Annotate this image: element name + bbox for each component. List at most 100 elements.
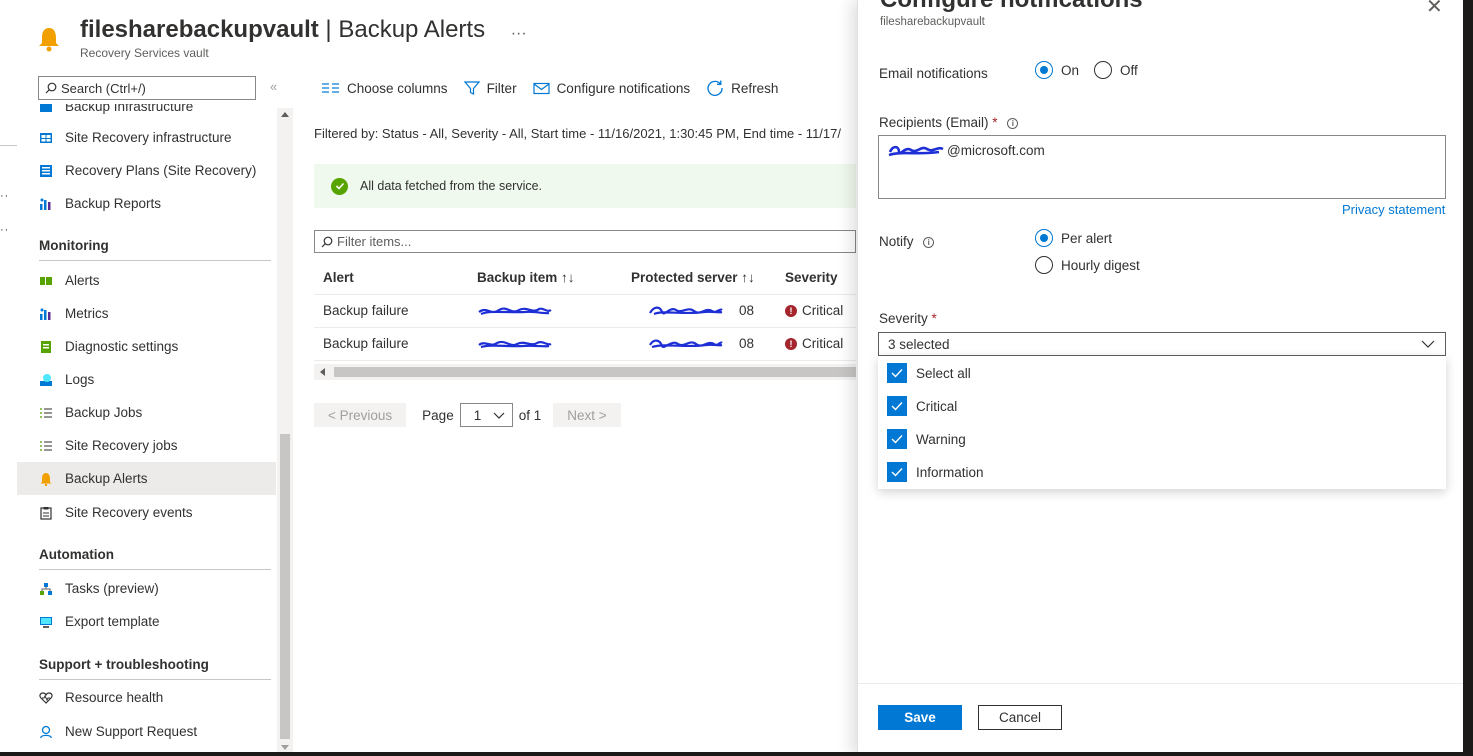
more-options-icon[interactable]: ·· [0, 224, 9, 236]
table-horizontal-scrollbar[interactable] [314, 364, 856, 380]
sidebar-item-site-recovery-infrastructure[interactable]: Site Recovery infrastructure [17, 121, 276, 154]
severity-text: Critical [802, 336, 844, 351]
radio-label: Per alert [1061, 230, 1113, 246]
vault-name: filesharebackupvault [80, 16, 319, 43]
email-on-radio[interactable]: On [1035, 61, 1079, 79]
option-label: Critical [916, 398, 958, 414]
filter-button[interactable]: Filter [463, 80, 517, 96]
sidebar-item-backup-alerts[interactable]: Backup Alerts [17, 462, 276, 495]
choose-columns-label: Choose columns [347, 80, 448, 96]
sidebar-item-site-recovery-jobs[interactable]: Site Recovery jobs [17, 429, 276, 462]
backup-item-redacted [477, 303, 553, 318]
events-clipboard-icon [39, 506, 53, 520]
bell-icon [39, 28, 59, 52]
radio-unselected-icon [1035, 256, 1053, 274]
choose-columns-button[interactable]: Choose columns [322, 81, 448, 96]
mail-icon [532, 82, 550, 94]
collapse-sidebar-button[interactable]: « [270, 79, 277, 94]
notify-hourly-digest-radio[interactable]: Hourly digest [1035, 256, 1140, 274]
scrollbar-thumb[interactable] [334, 367, 856, 377]
sidebar-item-label: Backup Reports [65, 196, 162, 211]
pagination: < Previous Page 1 of 1 Next > [314, 403, 621, 427]
sidebar-item-backup-reports[interactable]: Backup Reports [17, 187, 276, 220]
sidebar-item-tasks[interactable]: Tasks (preview) [17, 572, 276, 605]
configure-notifications-button[interactable]: Configure notifications [532, 80, 691, 96]
notify-label-text: Notify [879, 234, 914, 249]
option-select-all[interactable]: Select all [887, 363, 971, 383]
sidebar-item-label: Resource health [65, 690, 164, 705]
window-edge [1463, 0, 1473, 756]
radio-label: Off [1120, 62, 1138, 78]
redaction-scribble [649, 339, 723, 349]
severity-dropdown[interactable]: 3 selected [878, 332, 1446, 356]
scrollbar-thumb[interactable] [280, 434, 290, 739]
sidebar-item-export-template[interactable]: Export template [17, 605, 276, 638]
site-recovery-infrastructure-icon [39, 131, 53, 145]
configure-notifications-panel: Configure notifications filesharebackupv… [857, 0, 1464, 756]
cancel-button[interactable]: Cancel [978, 705, 1062, 730]
alerts-table: Alert Backup item ↑↓ Protected server ↑↓… [314, 262, 856, 361]
sidebar-item-diagnostic-settings[interactable]: Diagnostic settings [17, 330, 276, 363]
option-critical[interactable]: Critical [887, 396, 957, 416]
tasks-icon [39, 582, 53, 596]
sidebar-item-new-support-request[interactable]: New Support Request [17, 715, 276, 748]
scroll-up-icon[interactable] [281, 112, 289, 117]
sidebar-scrollbar[interactable] [277, 108, 293, 756]
info-icon[interactable]: i [923, 236, 935, 248]
site-recovery-jobs-icon [39, 439, 53, 453]
sidebar-item-label: Metrics [65, 306, 109, 321]
column-header-alert[interactable]: Alert [323, 270, 354, 285]
sidebar-item-backup-jobs[interactable]: Backup Jobs [17, 396, 276, 429]
panel-subtitle: filesharebackupvault [880, 16, 985, 28]
privacy-statement-link[interactable]: Privacy statement [1342, 202, 1445, 217]
table-row[interactable]: Backup failure 08 ! Critical [314, 328, 856, 361]
option-label: Information [916, 464, 984, 480]
filter-items-input[interactable]: Filter items... [314, 230, 856, 253]
sidebar-item-label: Backup Infrastructure [65, 104, 194, 114]
success-check-icon [331, 177, 348, 195]
previous-page-button[interactable]: < Previous [314, 403, 407, 427]
column-header-backup-item[interactable]: Backup item ↑↓ [477, 270, 575, 285]
email-notifications-label: Email notifications [879, 66, 988, 81]
info-icon[interactable]: i [1007, 117, 1019, 129]
recipients-email-input[interactable]: @microsoft.com [878, 135, 1446, 199]
scroll-down-icon[interactable] [281, 745, 289, 750]
refresh-button[interactable]: Refresh [706, 79, 778, 97]
option-information[interactable]: Information [887, 462, 984, 482]
close-icon[interactable]: ✕ [1426, 0, 1443, 19]
notify-per-alert-radio[interactable]: Per alert [1035, 229, 1112, 247]
column-header-protected-server[interactable]: Protected server ↑↓ [631, 270, 755, 285]
panel-title: Configure notifications [880, 0, 1143, 14]
page-select[interactable]: 1 [459, 403, 513, 427]
sidebar-item-logs[interactable]: Logs [17, 363, 276, 396]
search-placeholder: Search (Ctrl+/) [61, 80, 146, 96]
sidebar-item-recovery-plans[interactable]: Recovery Plans (Site Recovery) [17, 154, 276, 187]
bell-icon [39, 472, 53, 486]
radio-label: On [1061, 62, 1080, 78]
sidebar-item-site-recovery-events[interactable]: Site Recovery events [17, 496, 276, 529]
sidebar-item-label: Site Recovery jobs [65, 438, 178, 453]
table-row[interactable]: Backup failure 08 ! Critical [314, 295, 856, 328]
severity-dropdown-value: 3 selected [888, 336, 950, 352]
sidebar-search-input[interactable]: Search (Ctrl+/) [38, 76, 256, 100]
sidebar-item-alerts[interactable]: Alerts [17, 264, 276, 297]
required-mark: * [931, 311, 937, 326]
next-page-button[interactable]: Next > [553, 403, 621, 427]
refresh-label: Refresh [731, 80, 779, 96]
option-warning[interactable]: Warning [887, 429, 966, 449]
backup-infrastructure-icon [39, 104, 53, 114]
sidebar-item-metrics[interactable]: Metrics [17, 297, 276, 330]
more-options-icon[interactable]: ·· [0, 190, 9, 202]
more-options-icon[interactable]: ··· [511, 25, 527, 42]
save-button[interactable]: Save [878, 705, 962, 730]
panel-footer-divider [858, 683, 1464, 684]
protected-server-suffix: 08 [739, 303, 755, 318]
column-header-severity[interactable]: Severity [785, 270, 838, 285]
configure-notifications-label: Configure notifications [556, 80, 691, 96]
sidebar-item-resource-health[interactable]: Resource health [17, 681, 276, 714]
page-name: Backup Alerts [338, 16, 486, 43]
chevron-down-icon [1421, 340, 1435, 348]
sidebar-item-label: Alerts [65, 273, 100, 288]
email-off-radio[interactable]: Off [1094, 61, 1138, 79]
scroll-left-icon[interactable] [320, 368, 325, 376]
